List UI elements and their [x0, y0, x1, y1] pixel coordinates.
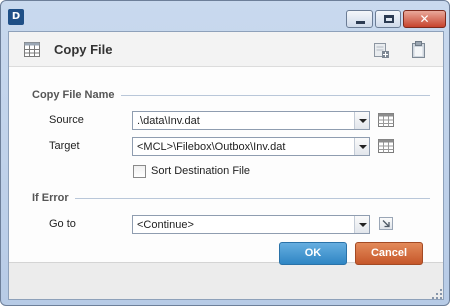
dialog-footer	[9, 262, 443, 299]
minimize-icon	[356, 21, 365, 24]
maximize-icon	[384, 15, 394, 23]
section-divider	[121, 95, 430, 96]
title-bar[interactable]: D ✕	[1, 1, 449, 31]
if-error-section-label: If Error	[32, 192, 69, 204]
goto-value: <Continue>	[137, 219, 194, 231]
chevron-down-icon	[359, 223, 367, 227]
source-combobox[interactable]: .\data\Inv.dat	[132, 111, 370, 130]
source-browse-table-icon[interactable]	[378, 113, 394, 127]
resize-grip-icon[interactable]	[432, 289, 444, 301]
ok-button[interactable]: OK	[279, 242, 347, 265]
target-label: Target	[49, 140, 80, 152]
arrow-down-right-icon	[382, 220, 390, 228]
target-browse-table-icon[interactable]	[378, 139, 394, 153]
source-dropdown-button[interactable]	[354, 112, 369, 129]
table-icon	[24, 42, 40, 57]
copy-file-name-section-label: Copy File Name	[32, 89, 115, 101]
goto-combobox[interactable]: <Continue>	[132, 215, 370, 234]
source-label: Source	[49, 114, 84, 126]
goto-jump-button[interactable]	[379, 217, 393, 230]
clipboard-icon[interactable]	[410, 41, 427, 59]
sort-destination-checkbox[interactable]	[133, 165, 146, 178]
target-combobox[interactable]: <MCL>\Filebox\Outbox\Inv.dat	[132, 137, 370, 156]
dialog-header: Copy File	[9, 32, 443, 67]
target-dropdown-button[interactable]	[354, 138, 369, 155]
minimize-button[interactable]	[346, 10, 373, 28]
maximize-button[interactable]	[375, 10, 401, 28]
close-button[interactable]: ✕	[403, 10, 446, 28]
cancel-button[interactable]: Cancel	[355, 242, 423, 265]
dialog-title: Copy File	[54, 42, 113, 57]
chevron-down-icon	[359, 119, 367, 123]
goto-label: Go to	[49, 218, 76, 230]
goto-dropdown-button[interactable]	[354, 216, 369, 233]
dialog-window: D ✕ Copy File Copy File Name Source .\da…	[0, 0, 450, 306]
target-value: <MCL>\Filebox\Outbox\Inv.dat	[137, 141, 286, 153]
add-step-icon[interactable]	[373, 42, 390, 59]
source-value: .\data\Inv.dat	[137, 115, 200, 127]
close-icon: ✕	[419, 12, 430, 26]
sort-destination-label: Sort Destination File	[151, 165, 251, 177]
section-divider	[75, 198, 430, 199]
chevron-down-icon	[359, 145, 367, 149]
app-logo-icon: D	[8, 9, 24, 25]
